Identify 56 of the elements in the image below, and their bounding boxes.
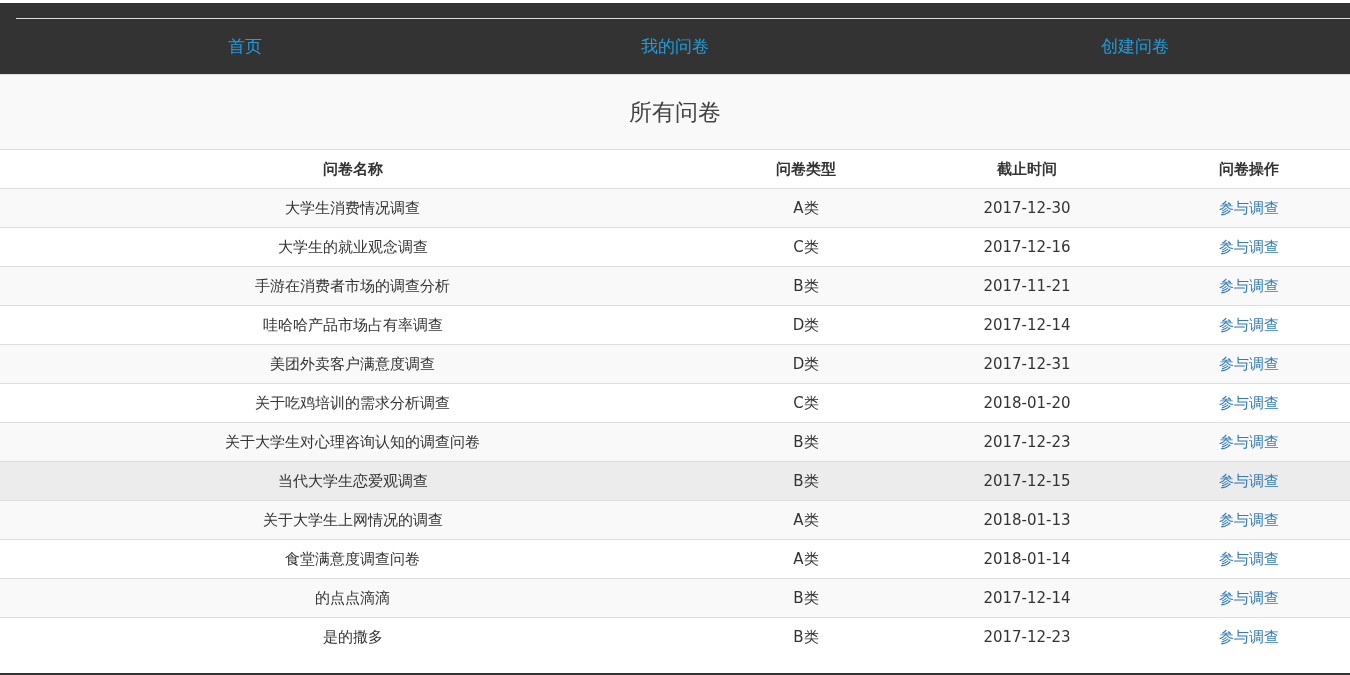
column-header: 问卷名称	[0, 149, 705, 189]
join-survey-link[interactable]: 参与调查	[1218, 276, 1279, 295]
column-header: 问卷类型	[705, 149, 907, 189]
join-survey-link[interactable]: 参与调查	[1218, 471, 1279, 490]
page-title: 所有问卷	[629, 97, 721, 127]
survey-name: 美团外卖客户满意度调查	[270, 354, 435, 373]
survey-name: 大学生的就业观念调查	[277, 237, 428, 256]
nav-link[interactable]: 我的问卷	[641, 35, 709, 58]
deadline: 2018-01-14	[983, 550, 1071, 568]
join-survey-link[interactable]: 参与调查	[1218, 627, 1279, 646]
survey-type: D类	[792, 315, 820, 334]
column-header: 截止时间	[907, 149, 1147, 189]
column-header: 问卷操作	[1147, 149, 1350, 189]
deadline: 2017-12-23	[983, 433, 1071, 451]
deadline: 2017-11-21	[983, 277, 1071, 295]
survey-name: 是的撒多	[322, 627, 383, 646]
survey-type: A类	[793, 549, 819, 568]
deadline: 2017-12-30	[983, 199, 1071, 217]
survey-name: 哇哈哈产品市场占有率调查	[262, 315, 443, 334]
survey-name: 当代大学生恋爱观调查	[277, 471, 428, 490]
survey-type: B类	[793, 627, 819, 646]
join-survey-link[interactable]: 参与调查	[1218, 549, 1279, 568]
deadline: 2018-01-20	[983, 394, 1071, 412]
deadline: 2017-12-16	[983, 238, 1071, 256]
survey-type: A类	[793, 510, 819, 529]
survey-name: 关于大学生上网情况的调查	[262, 510, 443, 529]
deadline: 2017-12-31	[983, 355, 1071, 373]
survey-name: 的点点滴滴	[315, 588, 390, 607]
survey-type: B类	[793, 276, 819, 295]
survey-type: A类	[793, 198, 819, 217]
survey-name: 大学生消费情况调查	[285, 198, 420, 217]
deadline: 2017-12-14	[983, 589, 1071, 607]
join-survey-link[interactable]: 参与调查	[1218, 432, 1279, 451]
survey-name: 关于大学生对心理咨询认知的调查问卷	[225, 432, 480, 451]
survey-type: D类	[792, 354, 820, 373]
join-survey-link[interactable]: 参与调查	[1218, 588, 1279, 607]
survey-type: B类	[793, 471, 819, 490]
join-survey-link[interactable]: 参与调查	[1218, 393, 1279, 412]
join-survey-link[interactable]: 参与调查	[1218, 354, 1279, 373]
nav-link[interactable]: 首页	[228, 35, 262, 58]
deadline: 2018-01-13	[983, 511, 1071, 529]
join-survey-link[interactable]: 参与调查	[1218, 315, 1279, 334]
survey-type: B类	[793, 432, 819, 451]
survey-name: 手游在消费者市场的调查分析	[255, 276, 450, 295]
nav-link[interactable]: 创建问卷	[1101, 35, 1169, 58]
survey-type: C类	[793, 393, 819, 412]
survey-name: 关于吃鸡培训的需求分析调查	[255, 393, 450, 412]
join-survey-link[interactable]: 参与调查	[1218, 198, 1279, 217]
join-survey-link[interactable]: 参与调查	[1218, 237, 1279, 256]
join-survey-link[interactable]: 参与调查	[1218, 510, 1279, 529]
deadline: 2017-12-15	[983, 472, 1071, 490]
deadline: 2017-12-23	[983, 628, 1071, 646]
survey-type: C类	[793, 237, 819, 256]
survey-type: B类	[793, 588, 819, 607]
survey-name: 食堂满意度调查问卷	[285, 549, 420, 568]
deadline: 2017-12-14	[983, 316, 1071, 334]
